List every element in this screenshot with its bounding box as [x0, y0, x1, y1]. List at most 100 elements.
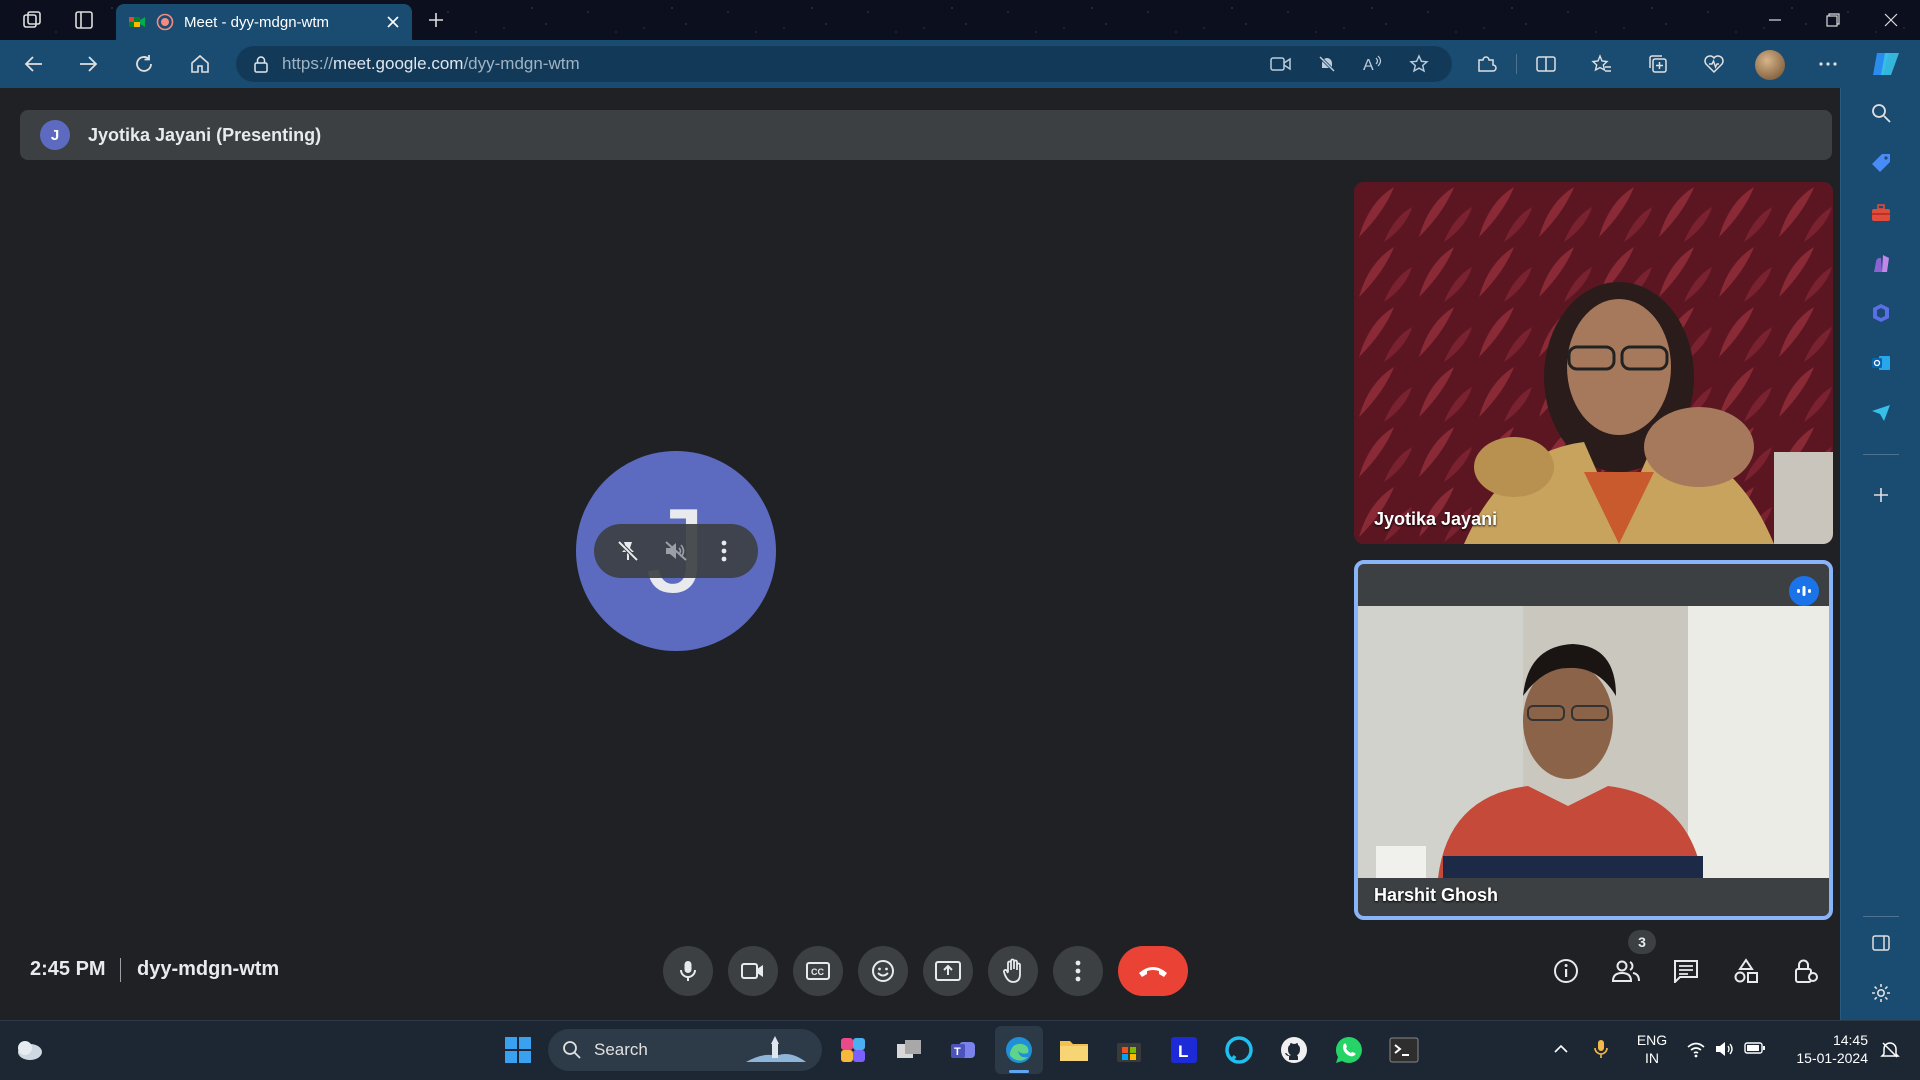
sidebar-divider-bottom	[1863, 916, 1899, 917]
start-icon[interactable]	[494, 1026, 542, 1074]
split-screen-icon[interactable]	[1522, 40, 1570, 88]
host-controls-icon	[1795, 959, 1818, 983]
battery-icon[interactable]	[1744, 1041, 1766, 1055]
presenting-label: Jyotika Jayani (Presenting)	[88, 124, 322, 145]
collections-icon[interactable]	[1634, 40, 1682, 88]
teams-icon[interactable]: T	[940, 1026, 988, 1074]
microphone-button[interactable]	[663, 946, 713, 996]
tile-more-icon[interactable]	[704, 531, 744, 571]
active-app-indicator	[1009, 1070, 1029, 1073]
hide-sidebar-icon[interactable]	[1841, 918, 1920, 968]
taskbar-search[interactable]: Search	[548, 1029, 822, 1071]
language-region: IN	[1645, 1050, 1659, 1066]
home-icon[interactable]	[176, 40, 224, 88]
mic-in-use-icon[interactable]	[1592, 1038, 1610, 1060]
games-icon[interactable]	[1841, 238, 1920, 288]
terminal-icon[interactable]	[1380, 1026, 1428, 1074]
favorite-star-icon[interactable]	[1402, 47, 1436, 81]
favorites-icon[interactable]	[1578, 40, 1626, 88]
speaking-indicator-icon	[1789, 576, 1819, 606]
clock-date[interactable]: 14:45 15-01-2024	[1780, 1031, 1868, 1067]
new-tab-icon[interactable]	[416, 0, 456, 40]
tile-hover-controls	[594, 524, 758, 578]
alexa-icon[interactable]	[1215, 1026, 1263, 1074]
captions-button[interactable]: CC	[793, 946, 843, 996]
present-button[interactable]	[923, 946, 973, 996]
minimize-icon[interactable]	[1746, 0, 1804, 40]
restore-icon[interactable]	[1804, 0, 1862, 40]
language-code: ENG	[1636, 1032, 1668, 1048]
participant-tile-jyotika[interactable]: Jyotika Jayani	[1354, 182, 1833, 544]
toolbar-divider	[1516, 54, 1517, 74]
notifications-off-icon[interactable]	[1310, 47, 1344, 81]
svg-text:T: T	[954, 1046, 961, 1058]
outlook-icon[interactable]	[1841, 338, 1920, 388]
weather-icon[interactable]	[14, 1034, 44, 1064]
chat-button[interactable]	[1661, 946, 1711, 996]
svg-text:A: A	[1363, 57, 1374, 74]
language-indicator[interactable]: ENG IN	[1630, 1031, 1674, 1067]
participant-name: Harshit Ghosh	[1374, 885, 1499, 905]
end-call-icon	[1139, 967, 1167, 977]
l-app-icon[interactable]: L	[1160, 1026, 1208, 1074]
camera-button[interactable]	[728, 946, 778, 996]
store-icon[interactable]	[1105, 1026, 1153, 1074]
extensions-icon[interactable]	[1462, 40, 1510, 88]
participant-tile-harshit[interactable]: Harshit Ghosh	[1354, 560, 1833, 920]
sidebar-settings-icon[interactable]	[1841, 968, 1920, 1018]
whatsapp-icon[interactable]	[1325, 1026, 1373, 1074]
drop-icon[interactable]	[1841, 388, 1920, 438]
address-bar[interactable]: https://meet.google.com/dyy-mdgn-wtm A	[236, 46, 1452, 82]
reactions-button[interactable]	[858, 946, 908, 996]
people-icon	[1611, 960, 1640, 982]
volume-icon[interactable]	[1714, 1040, 1734, 1058]
settings-more-icon[interactable]	[1804, 40, 1852, 88]
raise-hand-button[interactable]	[988, 946, 1038, 996]
site-info-lock-icon[interactable]	[252, 55, 270, 73]
add-sidebar-icon[interactable]	[1841, 470, 1920, 520]
url-host: meet.google.com	[333, 54, 464, 73]
close-tab-icon[interactable]	[386, 15, 400, 29]
raise-hand-icon	[1003, 958, 1021, 983]
back-icon[interactable]	[10, 40, 58, 88]
close-window-icon[interactable]	[1862, 0, 1920, 40]
activities-button[interactable]	[1721, 946, 1771, 996]
show-hidden-icons-icon[interactable]	[1552, 1040, 1570, 1058]
wifi-icon[interactable]	[1686, 1040, 1706, 1058]
edge-taskbar-icon[interactable]	[995, 1026, 1043, 1074]
github-icon[interactable]	[1270, 1026, 1318, 1074]
file-explorer-icon[interactable]	[1050, 1026, 1098, 1074]
present-icon	[935, 961, 961, 981]
tools-icon[interactable]	[1841, 188, 1920, 238]
meeting-details-button[interactable]	[1541, 946, 1591, 996]
copilot-icon[interactable]	[1862, 40, 1910, 88]
shopping-icon[interactable]	[1841, 138, 1920, 188]
url-prefix: https://	[282, 54, 334, 73]
unpin-icon[interactable]	[608, 531, 648, 571]
notifications-icon[interactable]	[1880, 1040, 1900, 1060]
tab-actions-icon[interactable]	[64, 0, 104, 40]
url-text[interactable]: https://meet.google.com/dyy-mdgn-wtm	[282, 54, 1252, 74]
more-options-button[interactable]	[1053, 946, 1103, 996]
search-highlight-icon	[746, 1036, 806, 1062]
search-icon	[563, 1041, 581, 1059]
profile-avatar[interactable]	[1755, 50, 1785, 80]
tab-title: Meet - dyy-mdgn-wtm	[184, 13, 330, 31]
refresh-icon[interactable]	[120, 40, 168, 88]
browser-essentials-icon[interactable]	[1690, 40, 1738, 88]
forward-icon[interactable]	[64, 40, 112, 88]
taskbar-search-label: Search	[594, 1040, 648, 1059]
mute-tile-icon[interactable]	[656, 531, 696, 571]
workspaces-icon[interactable]	[12, 0, 52, 40]
video-feed-harshit	[1358, 606, 1829, 878]
sidebar-search-icon[interactable]	[1841, 88, 1920, 138]
task-view-icon[interactable]	[885, 1026, 933, 1074]
host-controls-button[interactable]	[1781, 946, 1831, 996]
read-aloud-icon[interactable]: A	[1356, 47, 1390, 81]
camera-in-use-icon[interactable]	[1264, 47, 1298, 81]
leave-call-button[interactable]	[1118, 946, 1188, 996]
tab-meet[interactable]: Meet - dyy-mdgn-wtm	[116, 4, 412, 40]
captions-icon: CC	[806, 962, 830, 980]
microsoft-365-icon[interactable]	[1841, 288, 1920, 338]
copilot-taskbar-icon[interactable]	[830, 1026, 878, 1074]
